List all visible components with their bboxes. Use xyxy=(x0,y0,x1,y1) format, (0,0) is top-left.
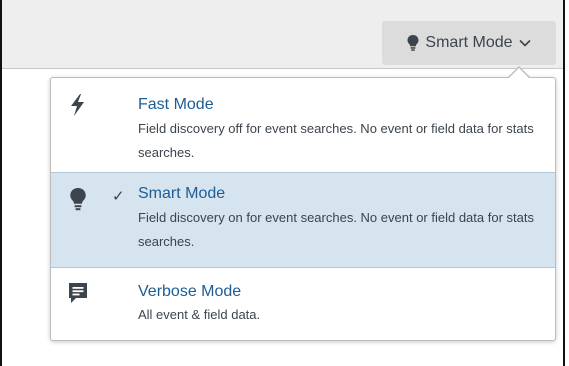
bulb-icon xyxy=(407,35,419,51)
menu-item-verbose-mode[interactable]: Verbose Mode All event & field data. xyxy=(51,272,555,336)
lightning-icon xyxy=(71,94,84,116)
menu-item-description: Field discovery on for event searches. N… xyxy=(138,210,534,249)
check-icon: ✓ xyxy=(112,188,125,205)
menu-item-description: All event & field data. xyxy=(138,307,261,322)
menu-item-title: Fast Mode xyxy=(138,96,214,113)
menu-item-title: Verbose Mode xyxy=(138,283,242,300)
dropdown-caret-fill xyxy=(508,68,530,79)
chevron-down-icon xyxy=(518,39,531,47)
search-mode-button[interactable]: Smart Mode xyxy=(382,21,556,65)
menu-item-fast-mode[interactable]: Fast Mode Field discovery off for event … xyxy=(51,84,555,168)
menu-item-smart-mode[interactable]: ✓ Smart Mode Field discovery on for even… xyxy=(51,172,555,268)
app-frame: Smart Mode Fast Mode Field discovery off… xyxy=(0,0,565,366)
search-toolbar: Smart Mode xyxy=(2,0,563,69)
search-mode-dropdown: Fast Mode Field discovery off for event … xyxy=(50,66,556,341)
bulb-icon xyxy=(70,188,86,211)
menu-item-title: Smart Mode xyxy=(138,185,226,202)
search-mode-label: Smart Mode xyxy=(425,34,513,51)
message-icon xyxy=(69,283,87,303)
menu-item-description: Field discovery off for event searches. … xyxy=(138,121,534,160)
